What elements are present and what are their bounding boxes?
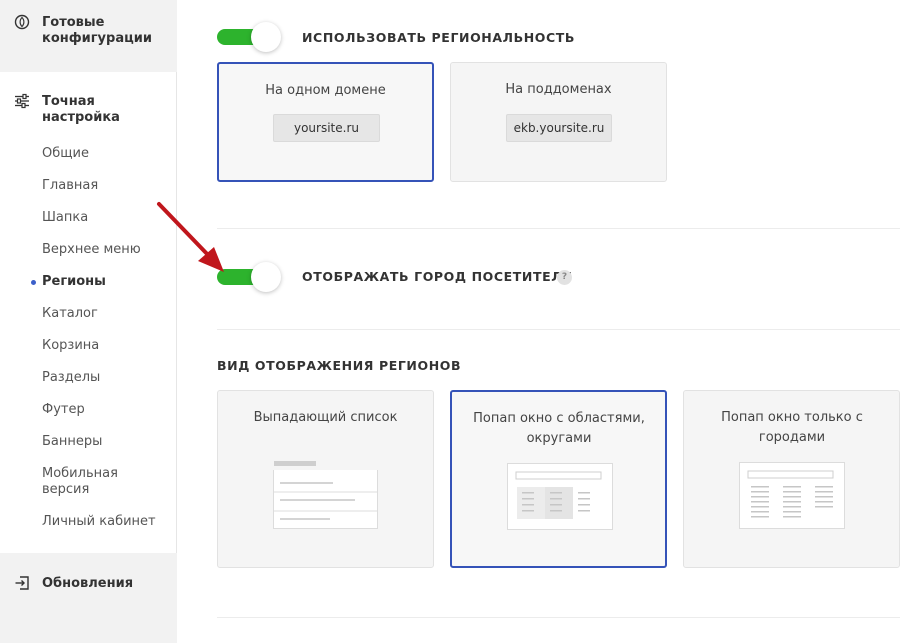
visitor-city-title: Отображать город посетителя	[302, 269, 573, 284]
sidebar: Готовые конфигурации Точная настройка Об…	[0, 0, 177, 643]
option-single-domain[interactable]: На одном домене yoursite.ru	[217, 62, 434, 182]
toggle-knob	[251, 22, 281, 52]
option-label: Попап окно с областями, округами	[473, 411, 645, 446]
divider	[217, 329, 900, 330]
option-label: На одном домене	[265, 83, 386, 98]
option-label: Выпадающий список	[253, 410, 398, 425]
option-label: На поддоменах	[505, 82, 612, 97]
sidebar-item-footer[interactable]: Футер	[42, 402, 85, 418]
sidebar-item-sections[interactable]: Разделы	[42, 370, 100, 386]
popup-cities-illustration-icon	[739, 462, 845, 529]
sidebar-block-ready-configs[interactable]: Готовые конфигурации	[0, 0, 177, 72]
dropdown-illustration-icon	[273, 461, 378, 529]
regionality-toggle[interactable]	[217, 22, 281, 52]
option-subdomains[interactable]: На поддоменах ekb.yoursite.ru	[450, 62, 667, 182]
sidebar-fine-tuning[interactable]: Точная настройка	[42, 94, 152, 126]
domain-example: yoursite.ru	[273, 114, 380, 142]
option-label: Попап окно только с городами	[721, 410, 863, 445]
popup-regions-illustration-icon	[507, 463, 613, 530]
sidebar-item-regions[interactable]: Регионы	[42, 274, 106, 290]
sidebar-updates[interactable]: Обновления	[42, 576, 133, 592]
red-arrow-icon	[157, 202, 224, 272]
toggle-knob	[251, 262, 281, 292]
sidebar-item-general[interactable]: Общие	[42, 146, 89, 162]
help-icon[interactable]: ?	[557, 270, 572, 285]
sidebar-item-cart[interactable]: Корзина	[42, 338, 99, 354]
option-dropdown-list[interactable]: Выпадающий список	[217, 390, 434, 568]
active-dot-icon	[31, 280, 36, 285]
compass-icon	[14, 14, 30, 30]
sidebar-item-account[interactable]: Личный кабинет	[42, 514, 156, 530]
sidebar-item-mobile[interactable]: Мобильная версия	[42, 466, 142, 498]
sidebar-item-catalog[interactable]: Каталог	[42, 306, 98, 322]
divider	[217, 228, 900, 229]
sidebar-block-updates[interactable]: Обновления	[0, 553, 177, 643]
divider	[217, 617, 900, 618]
login-icon	[15, 576, 29, 590]
sidebar-item-main[interactable]: Главная	[42, 178, 98, 194]
regions-view-title: Вид отображения регионов	[217, 358, 462, 373]
sidebar-item-banners[interactable]: Баннеры	[42, 434, 102, 450]
domain-example: ekb.yoursite.ru	[506, 114, 612, 142]
regionality-title: Использовать региональность	[302, 30, 576, 45]
option-popup-regions[interactable]: Попап окно с областями, округами	[450, 390, 667, 568]
sidebar-item-header[interactable]: Шапка	[42, 210, 88, 226]
sidebar-ready-configs[interactable]: Готовые конфигурации	[42, 15, 162, 47]
sliders-icon	[15, 93, 29, 109]
sidebar-item-top-menu[interactable]: Верхнее меню	[42, 242, 141, 258]
option-popup-cities[interactable]: Попап окно только с городами	[683, 390, 900, 568]
